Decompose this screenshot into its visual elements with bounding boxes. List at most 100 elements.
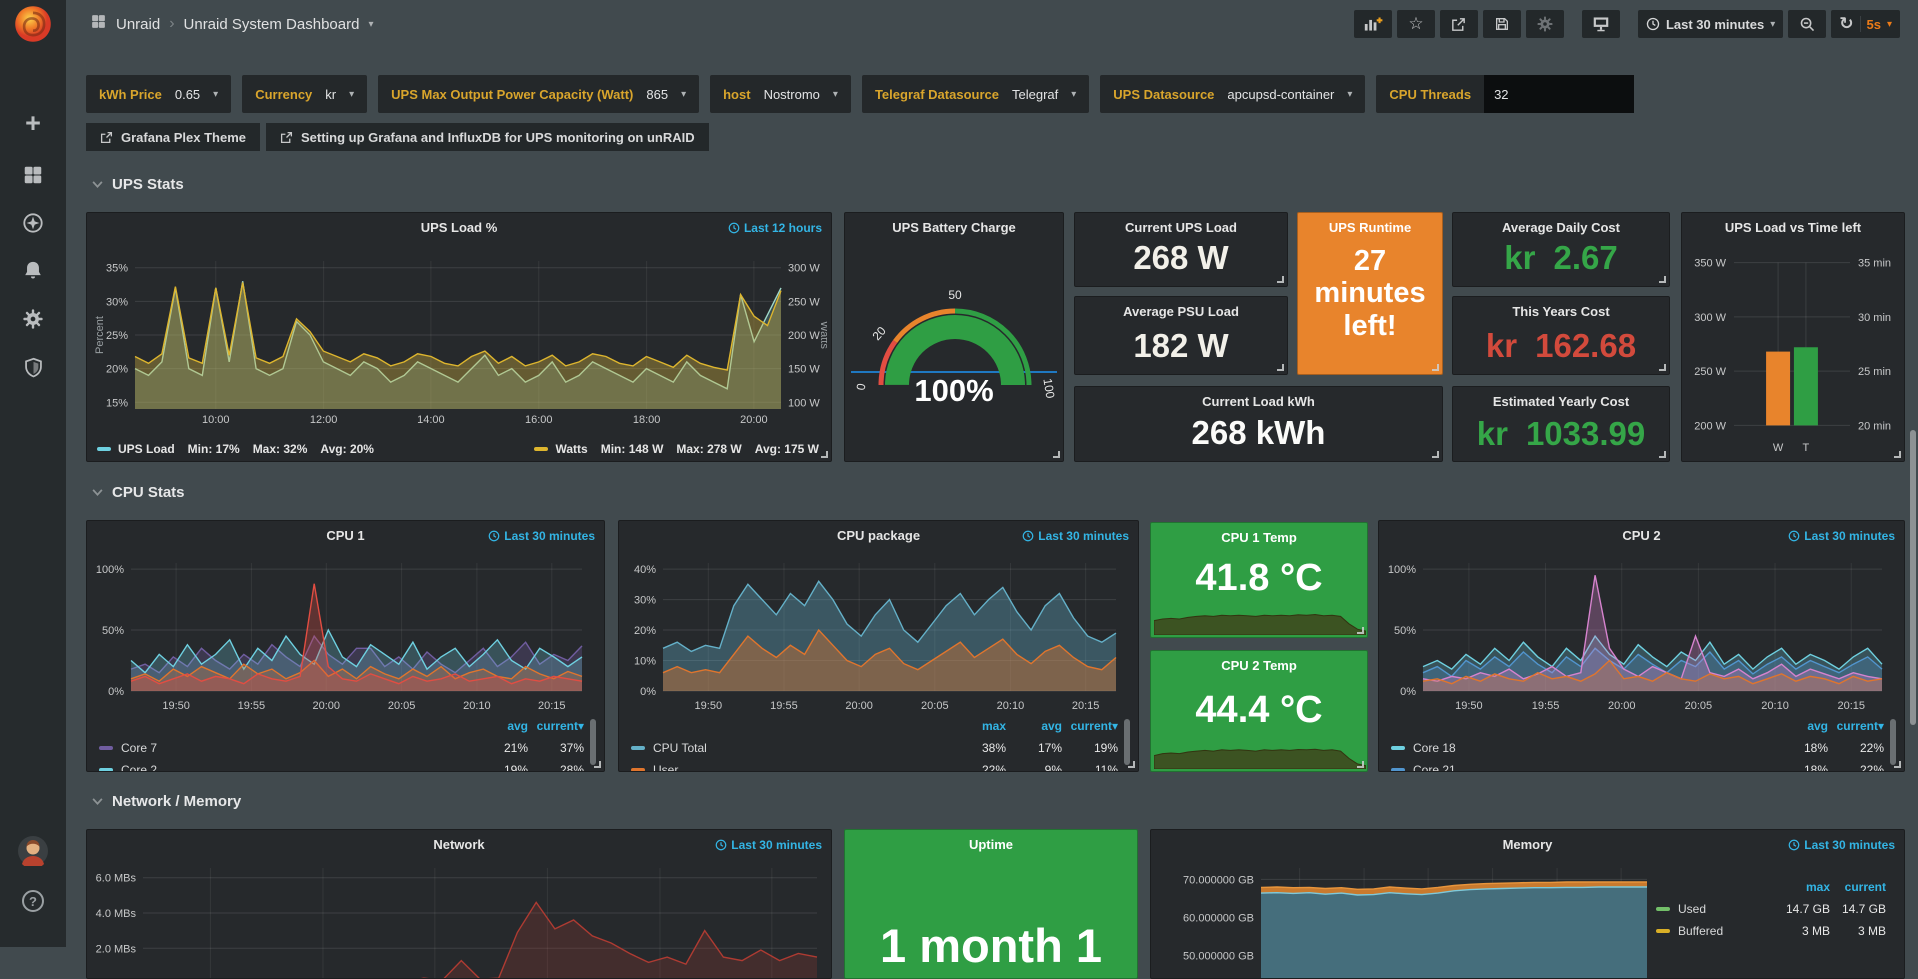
- resize-handle[interactable]: [1659, 451, 1666, 458]
- dashboards-icon[interactable]: [0, 152, 66, 198]
- panel-title[interactable]: UPS Load vs Time left: [1682, 220, 1904, 235]
- cpu2-chart[interactable]: 19:5019:5520:0020:0520:1020:15100%50%0%: [1383, 555, 1896, 713]
- panel-title[interactable]: Estimated Yearly Cost: [1453, 394, 1669, 409]
- legend-sort-current[interactable]: current▾: [1062, 719, 1118, 733]
- dashboard-link[interactable]: Grafana Plex Theme: [86, 123, 260, 151]
- panel-time-override[interactable]: Last 30 minutes: [1022, 529, 1129, 543]
- page-title[interactable]: Unraid System Dashboard: [184, 16, 360, 33]
- panel-title[interactable]: UPS Battery Charge: [845, 220, 1063, 235]
- legend-sort-avg[interactable]: avg: [1772, 719, 1828, 733]
- panel-time-override[interactable]: Last 30 minutes: [715, 838, 822, 852]
- resize-handle[interactable]: [1659, 276, 1666, 283]
- resize-handle[interactable]: [1894, 761, 1901, 768]
- star-button[interactable]: ☆: [1397, 10, 1435, 38]
- resize-handle[interactable]: [1053, 451, 1060, 458]
- variable-cpu-threads[interactable]: CPU Threads: [1376, 75, 1634, 113]
- resize-handle[interactable]: [1432, 364, 1439, 371]
- dashboard-link[interactable]: Setting up Grafana and InfluxDB for UPS …: [266, 123, 709, 151]
- variable-input[interactable]: [1484, 75, 1634, 113]
- memory-chart[interactable]: 70.000000 GB60.000000 GB50.000000 GB: [1159, 864, 1653, 979]
- help-icon[interactable]: ?: [0, 878, 66, 924]
- variable-value[interactable]: Telegraf: [1012, 87, 1058, 102]
- panel-title[interactable]: This Years Cost: [1453, 304, 1669, 319]
- variable-value[interactable]: 865: [646, 87, 668, 102]
- load-vs-time-chart[interactable]: 350 W35 min300 W30 min250 W25 min200 W20…: [1686, 243, 1902, 459]
- legend-sort-current[interactable]: current▾: [528, 719, 584, 733]
- resize-handle[interactable]: [1894, 451, 1901, 458]
- variable-currency[interactable]: Currencykr▾: [242, 75, 367, 113]
- variable-kwh-price[interactable]: kWh Price0.65▾: [86, 75, 231, 113]
- legend-scrollbar[interactable]: [1124, 719, 1130, 765]
- legend-series-toggle[interactable]: Core 2: [99, 763, 472, 772]
- panel-time-override[interactable]: Last 30 minutes: [1788, 529, 1895, 543]
- resize-handle[interactable]: [1357, 761, 1364, 768]
- configuration-gear-icon[interactable]: [0, 296, 66, 342]
- resize-handle[interactable]: [1357, 627, 1364, 634]
- network-chart[interactable]: 6.0 MBs4.0 MBs2.0 MBs: [91, 864, 827, 979]
- panel-title[interactable]: Current UPS Load: [1075, 220, 1287, 235]
- kiosk-monitor-button[interactable]: [1582, 10, 1620, 38]
- resize-handle[interactable]: [594, 761, 601, 768]
- share-button[interactable]: [1440, 10, 1478, 38]
- legend-sort-current[interactable]: current: [1830, 880, 1886, 894]
- admin-shield-icon[interactable]: [0, 344, 66, 390]
- resize-handle[interactable]: [821, 451, 828, 458]
- panel-title[interactable]: CPU 1 Temp: [1151, 530, 1367, 545]
- save-button[interactable]: [1483, 10, 1521, 38]
- panel-title[interactable]: CPU 2 Temp: [1151, 658, 1367, 673]
- legend-series-toggle[interactable]: Core 7: [99, 741, 472, 755]
- legend-series-toggle[interactable]: Buffered: [1656, 924, 1774, 938]
- legend-sort-max[interactable]: max: [1774, 880, 1830, 894]
- time-range-picker[interactable]: Last 30 minutes ▾: [1638, 10, 1783, 38]
- variable-value[interactable]: kr: [325, 87, 336, 102]
- panel-title[interactable]: Average PSU Load: [1075, 304, 1287, 319]
- legend-series-toggle[interactable]: User: [631, 763, 950, 772]
- breadcrumb-folder[interactable]: Unraid: [116, 16, 160, 33]
- panel-time-override[interactable]: Last 30 minutes: [1788, 838, 1895, 852]
- resize-handle[interactable]: [1659, 364, 1666, 371]
- panel-title[interactable]: Current Load kWh: [1075, 394, 1442, 409]
- variable-value[interactable]: Nostromo: [764, 87, 820, 102]
- section-cpu-stats[interactable]: CPU Stats: [92, 484, 185, 501]
- panel-title[interactable]: UPS Runtime: [1298, 220, 1442, 235]
- panel-title[interactable]: Uptime: [845, 837, 1137, 852]
- legend-scrollbar[interactable]: [1890, 719, 1896, 765]
- panel-title[interactable]: UPS Load %: [87, 220, 831, 235]
- resize-handle[interactable]: [1277, 364, 1284, 371]
- cpu1-chart[interactable]: 19:5019:5520:0020:0520:1020:15100%50%0%: [91, 555, 596, 713]
- page-scrollbar[interactable]: [1910, 430, 1916, 725]
- variable-value[interactable]: 0.65: [175, 87, 200, 102]
- panel-time-override[interactable]: Last 30 minutes: [488, 529, 595, 543]
- create-icon[interactable]: +: [0, 100, 66, 146]
- grafana-logo[interactable]: [13, 4, 53, 44]
- variable-host[interactable]: hostNostromo▾: [710, 75, 851, 113]
- legend-sort-avg[interactable]: avg: [1006, 719, 1062, 733]
- section-ups-stats[interactable]: UPS Stats: [92, 176, 184, 193]
- variable-ups-max-output-power-capacity-watt-[interactable]: UPS Max Output Power Capacity (Watt)865▾: [378, 75, 699, 113]
- legend-scrollbar[interactable]: [590, 719, 596, 765]
- variable-telegraf-datasource[interactable]: Telegraf DatasourceTelegraf▾: [862, 75, 1089, 113]
- zoom-out-button[interactable]: [1788, 10, 1826, 38]
- legend-series-toggle[interactable]: Used: [1656, 902, 1774, 916]
- refresh-button[interactable]: ↻ 5s ▾: [1831, 10, 1900, 38]
- panel-time-override[interactable]: Last 12 hours: [728, 221, 822, 235]
- legend-series-toggle[interactable]: Core 21: [1391, 763, 1772, 772]
- legend-sort-current[interactable]: current▾: [1828, 719, 1884, 733]
- settings-gear-button[interactable]: [1526, 10, 1564, 38]
- ups-load-chart[interactable]: 10:0012:0014:0016:0018:0020:0035%30%25%2…: [93, 249, 827, 427]
- legend-sort-avg[interactable]: avg: [472, 719, 528, 733]
- explore-compass-icon[interactable]: [0, 200, 66, 246]
- section-network-memory[interactable]: Network / Memory: [92, 793, 241, 810]
- panel-title[interactable]: Average Daily Cost: [1453, 220, 1669, 235]
- title-caret-icon[interactable]: ▾: [368, 19, 373, 30]
- resize-handle[interactable]: [1128, 761, 1135, 768]
- user-avatar[interactable]: [0, 828, 66, 874]
- cpu-package-chart[interactable]: 19:5019:5520:0020:0520:1020:1540%30%20%1…: [623, 555, 1130, 713]
- legend-sort-max[interactable]: max: [950, 719, 1006, 733]
- legend-series[interactable]: UPS LoadMin: 17%Max: 32%Avg: 20%: [97, 442, 374, 456]
- variable-ups-datasource[interactable]: UPS Datasourceapcupsd-container▾: [1100, 75, 1365, 113]
- legend-series-toggle[interactable]: Core 18: [1391, 741, 1772, 755]
- alerting-bell-icon[interactable]: [0, 248, 66, 294]
- resize-handle[interactable]: [1432, 451, 1439, 458]
- legend-series-toggle[interactable]: CPU Total: [631, 741, 950, 755]
